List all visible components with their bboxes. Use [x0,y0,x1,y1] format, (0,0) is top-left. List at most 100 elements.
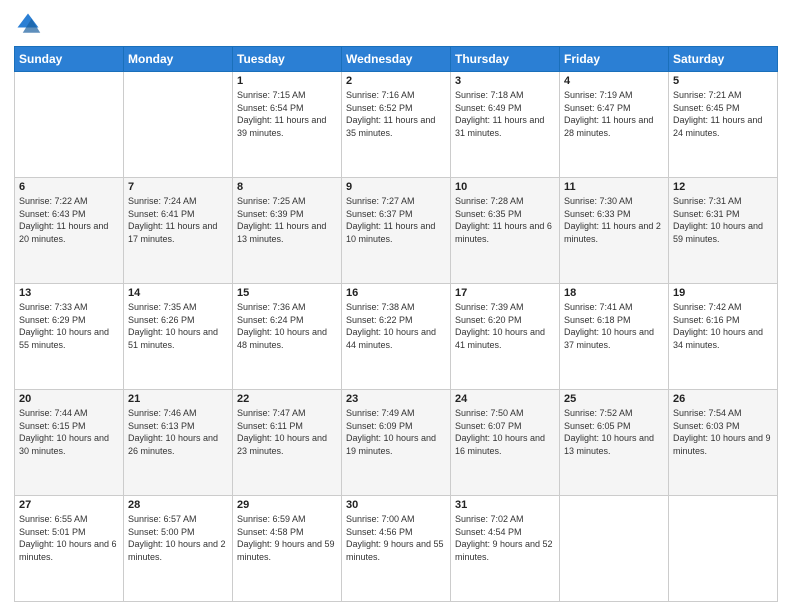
calendar-cell: 21 Sunrise: 7:46 AMSunset: 6:13 PMDaylig… [124,390,233,496]
cell-day-number: 7 [128,181,228,193]
calendar-header-row: SundayMondayTuesdayWednesdayThursdayFrid… [15,47,778,72]
cell-sunrise: Sunrise: 7:39 AMSunset: 6:20 PMDaylight:… [455,302,545,350]
cell-day-number: 22 [237,393,337,405]
cell-day-number: 30 [346,499,446,511]
cell-day-number: 13 [19,287,119,299]
cell-day-number: 18 [564,287,664,299]
calendar-cell: 5 Sunrise: 7:21 AMSunset: 6:45 PMDayligh… [669,72,778,178]
cell-day-number: 23 [346,393,446,405]
day-header-wednesday: Wednesday [342,47,451,72]
cell-sunrise: Sunrise: 7:15 AMSunset: 6:54 PMDaylight:… [237,90,326,138]
calendar-cell: 12 Sunrise: 7:31 AMSunset: 6:31 PMDaylig… [669,178,778,284]
calendar-week-2: 6 Sunrise: 7:22 AMSunset: 6:43 PMDayligh… [15,178,778,284]
calendar-week-4: 20 Sunrise: 7:44 AMSunset: 6:15 PMDaylig… [15,390,778,496]
cell-sunrise: Sunrise: 7:22 AMSunset: 6:43 PMDaylight:… [19,196,108,244]
calendar-cell [15,72,124,178]
cell-day-number: 21 [128,393,228,405]
calendar-cell: 9 Sunrise: 7:27 AMSunset: 6:37 PMDayligh… [342,178,451,284]
day-header-saturday: Saturday [669,47,778,72]
day-header-tuesday: Tuesday [233,47,342,72]
cell-sunrise: Sunrise: 7:46 AMSunset: 6:13 PMDaylight:… [128,408,218,456]
calendar-cell: 4 Sunrise: 7:19 AMSunset: 6:47 PMDayligh… [560,72,669,178]
page: SundayMondayTuesdayWednesdayThursdayFrid… [0,0,792,612]
cell-sunrise: Sunrise: 7:47 AMSunset: 6:11 PMDaylight:… [237,408,327,456]
calendar-cell: 22 Sunrise: 7:47 AMSunset: 6:11 PMDaylig… [233,390,342,496]
calendar-cell: 14 Sunrise: 7:35 AMSunset: 6:26 PMDaylig… [124,284,233,390]
cell-day-number: 11 [564,181,664,193]
calendar-cell: 8 Sunrise: 7:25 AMSunset: 6:39 PMDayligh… [233,178,342,284]
cell-day-number: 1 [237,75,337,87]
cell-sunrise: Sunrise: 6:59 AMSunset: 4:58 PMDaylight:… [237,514,335,562]
day-header-monday: Monday [124,47,233,72]
cell-day-number: 5 [673,75,773,87]
calendar-cell: 1 Sunrise: 7:15 AMSunset: 6:54 PMDayligh… [233,72,342,178]
cell-day-number: 12 [673,181,773,193]
calendar-cell: 23 Sunrise: 7:49 AMSunset: 6:09 PMDaylig… [342,390,451,496]
cell-sunrise: Sunrise: 7:02 AMSunset: 4:54 PMDaylight:… [455,514,553,562]
calendar-cell: 15 Sunrise: 7:36 AMSunset: 6:24 PMDaylig… [233,284,342,390]
cell-sunrise: Sunrise: 7:42 AMSunset: 6:16 PMDaylight:… [673,302,763,350]
calendar-cell: 29 Sunrise: 6:59 AMSunset: 4:58 PMDaylig… [233,496,342,602]
calendar-cell: 24 Sunrise: 7:50 AMSunset: 6:07 PMDaylig… [451,390,560,496]
cell-sunrise: Sunrise: 7:18 AMSunset: 6:49 PMDaylight:… [455,90,544,138]
cell-sunrise: Sunrise: 7:16 AMSunset: 6:52 PMDaylight:… [346,90,435,138]
cell-sunrise: Sunrise: 7:50 AMSunset: 6:07 PMDaylight:… [455,408,545,456]
cell-sunrise: Sunrise: 7:38 AMSunset: 6:22 PMDaylight:… [346,302,436,350]
day-header-sunday: Sunday [15,47,124,72]
calendar-cell: 3 Sunrise: 7:18 AMSunset: 6:49 PMDayligh… [451,72,560,178]
cell-sunrise: Sunrise: 7:21 AMSunset: 6:45 PMDaylight:… [673,90,762,138]
cell-day-number: 27 [19,499,119,511]
calendar-table: SundayMondayTuesdayWednesdayThursdayFrid… [14,46,778,602]
calendar-cell: 28 Sunrise: 6:57 AMSunset: 5:00 PMDaylig… [124,496,233,602]
calendar-cell: 26 Sunrise: 7:54 AMSunset: 6:03 PMDaylig… [669,390,778,496]
calendar-cell [124,72,233,178]
calendar-cell: 27 Sunrise: 6:55 AMSunset: 5:01 PMDaylig… [15,496,124,602]
calendar-cell: 31 Sunrise: 7:02 AMSunset: 4:54 PMDaylig… [451,496,560,602]
calendar-cell: 7 Sunrise: 7:24 AMSunset: 6:41 PMDayligh… [124,178,233,284]
cell-sunrise: Sunrise: 7:41 AMSunset: 6:18 PMDaylight:… [564,302,654,350]
cell-sunrise: Sunrise: 7:30 AMSunset: 6:33 PMDaylight:… [564,196,661,244]
cell-sunrise: Sunrise: 7:49 AMSunset: 6:09 PMDaylight:… [346,408,436,456]
cell-day-number: 16 [346,287,446,299]
cell-day-number: 15 [237,287,337,299]
cell-day-number: 24 [455,393,555,405]
logo [14,10,46,38]
cell-sunrise: Sunrise: 7:24 AMSunset: 6:41 PMDaylight:… [128,196,217,244]
cell-sunrise: Sunrise: 7:33 AMSunset: 6:29 PMDaylight:… [19,302,109,350]
cell-sunrise: Sunrise: 7:35 AMSunset: 6:26 PMDaylight:… [128,302,218,350]
calendar-cell: 18 Sunrise: 7:41 AMSunset: 6:18 PMDaylig… [560,284,669,390]
cell-sunrise: Sunrise: 6:55 AMSunset: 5:01 PMDaylight:… [19,514,117,562]
cell-sunrise: Sunrise: 7:36 AMSunset: 6:24 PMDaylight:… [237,302,327,350]
calendar-week-3: 13 Sunrise: 7:33 AMSunset: 6:29 PMDaylig… [15,284,778,390]
cell-day-number: 10 [455,181,555,193]
calendar-cell: 10 Sunrise: 7:28 AMSunset: 6:35 PMDaylig… [451,178,560,284]
cell-day-number: 2 [346,75,446,87]
cell-day-number: 20 [19,393,119,405]
cell-sunrise: Sunrise: 7:19 AMSunset: 6:47 PMDaylight:… [564,90,653,138]
logo-icon [14,10,42,38]
cell-sunrise: Sunrise: 7:31 AMSunset: 6:31 PMDaylight:… [673,196,763,244]
cell-sunrise: Sunrise: 7:44 AMSunset: 6:15 PMDaylight:… [19,408,109,456]
day-header-friday: Friday [560,47,669,72]
cell-day-number: 9 [346,181,446,193]
cell-day-number: 14 [128,287,228,299]
header [14,10,778,38]
calendar-cell: 17 Sunrise: 7:39 AMSunset: 6:20 PMDaylig… [451,284,560,390]
calendar-cell: 16 Sunrise: 7:38 AMSunset: 6:22 PMDaylig… [342,284,451,390]
calendar-cell: 11 Sunrise: 7:30 AMSunset: 6:33 PMDaylig… [560,178,669,284]
cell-day-number: 25 [564,393,664,405]
cell-sunrise: Sunrise: 7:27 AMSunset: 6:37 PMDaylight:… [346,196,435,244]
calendar-cell: 30 Sunrise: 7:00 AMSunset: 4:56 PMDaylig… [342,496,451,602]
cell-sunrise: Sunrise: 7:25 AMSunset: 6:39 PMDaylight:… [237,196,326,244]
calendar-cell: 13 Sunrise: 7:33 AMSunset: 6:29 PMDaylig… [15,284,124,390]
cell-sunrise: Sunrise: 7:52 AMSunset: 6:05 PMDaylight:… [564,408,654,456]
cell-day-number: 29 [237,499,337,511]
cell-day-number: 28 [128,499,228,511]
cell-day-number: 4 [564,75,664,87]
day-header-thursday: Thursday [451,47,560,72]
cell-day-number: 31 [455,499,555,511]
calendar-cell: 20 Sunrise: 7:44 AMSunset: 6:15 PMDaylig… [15,390,124,496]
cell-day-number: 6 [19,181,119,193]
cell-day-number: 3 [455,75,555,87]
cell-day-number: 17 [455,287,555,299]
